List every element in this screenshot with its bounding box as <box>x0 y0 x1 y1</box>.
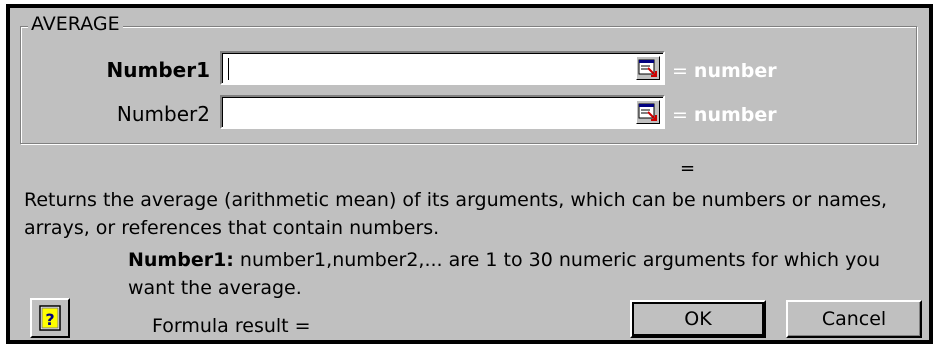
argument-help-text: number1,number2,... are 1 to 30 numeric … <box>128 249 881 299</box>
argument-help: Number1: number1,number2,... are 1 to 30 … <box>128 246 918 302</box>
cancel-button[interactable]: Cancel <box>786 300 922 338</box>
number1-input[interactable] <box>220 51 665 85</box>
number1-collapse-button[interactable] <box>636 56 660 80</box>
number2-evaluated-value: = number <box>672 104 777 126</box>
function-description: Returns the average (arithmetic mean) of… <box>24 189 888 239</box>
help-icon: ? <box>39 305 61 331</box>
number2-collapse-button[interactable] <box>636 100 660 124</box>
formula-result-label: Formula result = <box>152 315 311 337</box>
function-result-equals: = <box>680 158 696 179</box>
number2-label: Number2 <box>116 102 210 126</box>
number1-label: Number1 <box>106 58 210 82</box>
help-button[interactable]: ? <box>30 298 70 338</box>
text-caret <box>228 58 229 80</box>
argument-help-name: Number1: <box>128 249 234 271</box>
number2-input[interactable] <box>220 95 665 129</box>
svg-text:?: ? <box>45 310 54 329</box>
ok-button[interactable]: OK <box>630 300 766 338</box>
function-name-label: AVERAGE <box>28 14 123 34</box>
number1-evaluated-value: = number <box>672 60 777 82</box>
collapse-dialog-icon <box>638 59 657 77</box>
function-arguments-dialog: AVERAGE Number1 = number Number2 = numbe… <box>6 4 933 344</box>
collapse-dialog-icon <box>638 103 657 121</box>
